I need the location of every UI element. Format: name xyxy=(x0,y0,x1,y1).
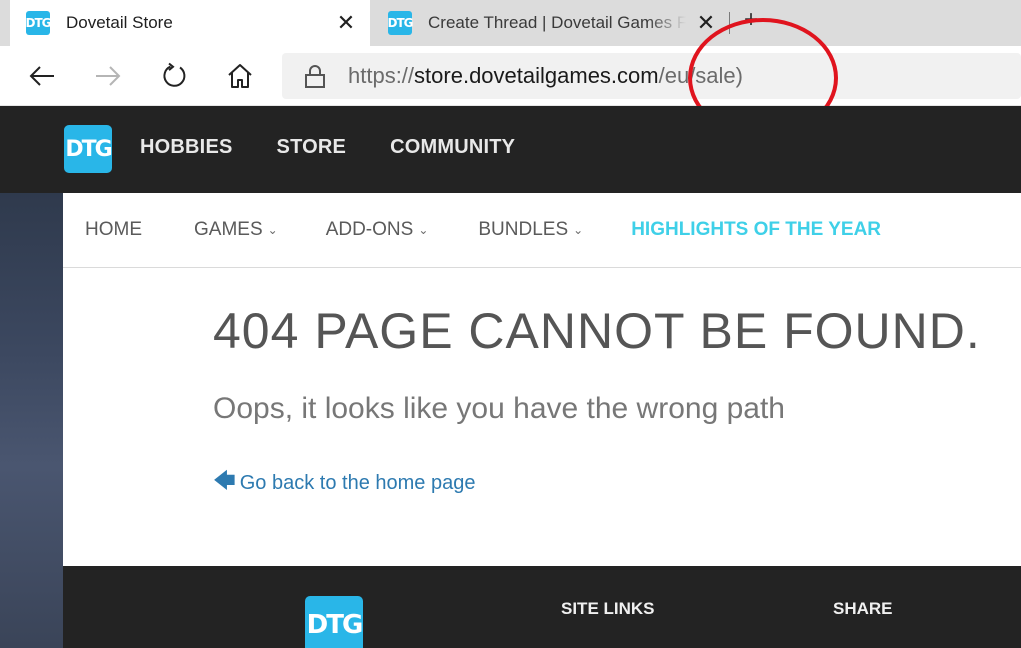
background-image xyxy=(0,193,63,648)
dtg-logo[interactable]: DTG xyxy=(64,125,113,173)
tab-dovetail-store[interactable]: DTG Dovetail Store ✕ xyxy=(10,0,370,46)
error-subtitle: Oops, it looks like you have the wrong p… xyxy=(213,392,785,425)
back-home-link[interactable]: 🡄 Go back to the home page xyxy=(213,464,475,502)
dtg-logo-icon: DTG xyxy=(388,11,414,35)
forward-button[interactable] xyxy=(92,60,124,92)
sub-nav: HOME GAMES ⌄ ADD-ONS ⌄ BUNDLES ⌄ HIGHLIG… xyxy=(63,193,1021,268)
site-footer: DTG SITE LINKS SHARE xyxy=(63,566,1021,648)
subnav-highlights[interactable]: HIGHLIGHTS OF THE YEAR xyxy=(631,219,881,241)
tab-title: Dovetail Store xyxy=(66,13,173,32)
nav-hobbies[interactable]: HOBBIES xyxy=(140,136,233,159)
chevron-down-icon: ⌄ xyxy=(418,223,429,237)
close-tab-icon[interactable]: ✕ xyxy=(696,12,716,34)
site-header: DTG HOBBIES STORE COMMUNITY xyxy=(0,106,1021,193)
subnav-label: HIGHLIGHTS OF THE YEAR xyxy=(631,219,882,240)
dtg-logo[interactable]: DTG xyxy=(305,596,363,648)
arrow-left-icon: 🡄 xyxy=(213,468,236,493)
chevron-down-icon: ⌄ xyxy=(573,223,584,237)
tab-title: Create Thread | Dovetail Games F xyxy=(428,13,686,32)
subnav-games[interactable]: GAMES ⌄ xyxy=(194,219,278,241)
tab-separator xyxy=(729,12,730,34)
back-button[interactable] xyxy=(26,60,58,92)
lock-icon xyxy=(305,65,325,88)
browser-tab-strip: DTG Dovetail Store ✕ DTG Create Thread |… xyxy=(0,0,1021,46)
new-tab-button[interactable]: + xyxy=(744,8,758,32)
arrow-right-icon xyxy=(96,66,121,86)
refresh-icon xyxy=(163,62,186,87)
address-bar[interactable]: https://store.dovetailgames.com/eu/sale) xyxy=(282,53,1021,99)
subnav-label: GAMES xyxy=(194,219,263,240)
main-nav: HOBBIES STORE COMMUNITY xyxy=(140,136,515,159)
subnav-label: HOME xyxy=(85,219,142,240)
subnav-label: BUNDLES xyxy=(478,219,569,240)
close-tab-icon[interactable]: ✕ xyxy=(336,12,356,34)
footer-share-heading: SHARE xyxy=(833,599,893,618)
subnav-label: ADD-ONS xyxy=(325,219,414,240)
nav-community[interactable]: COMMUNITY xyxy=(390,136,515,159)
back-link-label: Go back to the home page xyxy=(239,471,476,494)
dtg-logo-icon: DTG xyxy=(26,11,52,35)
subnav-home[interactable]: HOME xyxy=(85,219,142,241)
browser-toolbar: https://store.dovetailgames.com/eu/sale) xyxy=(0,46,1021,106)
arrow-left-icon xyxy=(29,66,54,86)
url-text: https://store.dovetailgames.com/eu/sale) xyxy=(348,63,743,89)
error-title: 404 PAGE CANNOT BE FOUND. xyxy=(213,303,981,359)
refresh-button[interactable] xyxy=(158,60,190,92)
tab-create-thread[interactable]: DTG Create Thread | Dovetail Games F ✕ xyxy=(372,0,724,46)
url-host: store.dovetailgames.com xyxy=(414,63,659,88)
chevron-down-icon: ⌄ xyxy=(267,223,278,237)
nav-store[interactable]: STORE xyxy=(277,136,347,159)
subnav-add-ons[interactable]: ADD-ONS ⌄ xyxy=(326,219,429,241)
subnav-bundles[interactable]: BUNDLES ⌄ xyxy=(478,219,583,241)
error-content: 404 PAGE CANNOT BE FOUND. Oops, it looks… xyxy=(63,268,1021,566)
home-icon xyxy=(228,64,252,88)
url-path: /eu/sale) xyxy=(658,63,743,88)
url-scheme: https:// xyxy=(348,63,415,88)
home-button[interactable] xyxy=(224,60,256,92)
footer-site-links-heading: SITE LINKS xyxy=(561,599,655,618)
